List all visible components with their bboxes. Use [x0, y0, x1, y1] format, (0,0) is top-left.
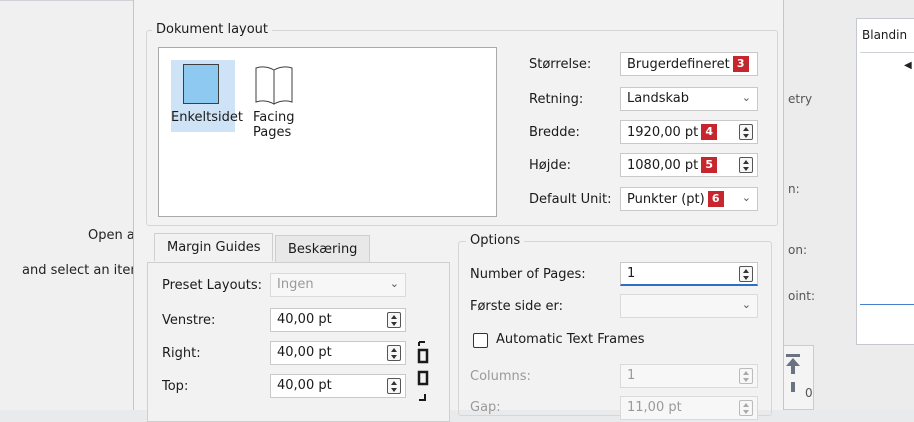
margin-right-label: Right:	[162, 346, 201, 361]
margin-top-label: Top:	[162, 379, 189, 394]
chevron-down-icon: ⌄	[389, 277, 399, 290]
chevron-down-icon: ⌄	[741, 91, 751, 104]
single-page-icon	[183, 64, 219, 104]
layout-tile-single-page-label: Enkeltsidet	[171, 110, 243, 125]
chevron-down-icon: ⌄	[741, 191, 751, 204]
tab-margin-guides[interactable]: Margin Guides	[154, 233, 274, 261]
columns-value: 1	[627, 368, 636, 383]
preset-layouts-select[interactable]: Ingen ⌄	[270, 273, 406, 297]
callout-badge-5: 5	[701, 157, 718, 173]
columns-spinbox[interactable]: 1	[620, 364, 758, 388]
preset-layouts-label: Preset Layouts:	[162, 278, 263, 293]
number-of-pages-stepper[interactable]	[739, 266, 753, 282]
layout-tile-facing-pages[interactable]: Facing Pages	[245, 60, 303, 150]
number-of-pages-spinbox[interactable]: 1	[620, 262, 758, 286]
width-label: Bredde:	[529, 125, 580, 140]
layout-preview-box: Enkeltsidet Facing Pages	[158, 47, 497, 217]
background-property-label-1: n:	[788, 182, 800, 196]
columns-label: Columns:	[470, 369, 531, 384]
columns-stepper[interactable]	[739, 368, 753, 384]
height-spinbox[interactable]: 1080,00 pt 5	[620, 153, 758, 177]
first-page-label: Første side er:	[470, 299, 564, 314]
height-value: 1080,00 pt	[627, 158, 699, 173]
layout-tile-single-page[interactable]: Enkeltsidet	[171, 60, 243, 132]
gap-spinbox[interactable]: 11,00 pt	[620, 396, 758, 420]
margin-left-stepper[interactable]	[387, 312, 401, 328]
orientation-label: Retning:	[529, 92, 584, 107]
size-select-value: Brugerdefineret	[627, 57, 730, 72]
new-document-dialog: Dokument layout Enkeltsidet Facing Pages…	[133, 0, 784, 422]
caret-left-icon: ◀	[904, 60, 912, 71]
size-label: Størrelse:	[529, 57, 592, 72]
orientation-select-value: Landskab	[627, 91, 689, 106]
number-of-pages-value: 1	[627, 266, 636, 281]
background-ruler-value: 0	[805, 386, 813, 400]
chain-link-icon[interactable]	[416, 340, 432, 406]
default-unit-select[interactable]: Punkter (pt) 6 ⌄	[620, 187, 758, 211]
facing-pages-icon	[255, 66, 293, 105]
gap-stepper[interactable]	[739, 400, 753, 416]
size-select[interactable]: Brugerdefineret 3 ⌄	[620, 52, 758, 76]
background-blend-panel-title: Blandin	[862, 28, 908, 42]
margin-right-value: 40,00 pt	[277, 345, 332, 360]
orientation-select[interactable]: Landskab ⌄	[620, 87, 758, 111]
width-value: 1920,00 pt	[627, 125, 699, 140]
margin-top-spinbox[interactable]: 40,00 pt	[270, 374, 406, 398]
margin-right-stepper[interactable]	[387, 345, 401, 361]
background-property-label-3: oint:	[788, 289, 816, 303]
layout-tile-facing-pages-label: Facing Pages	[253, 110, 295, 140]
number-of-pages-label: Number of Pages:	[470, 267, 586, 282]
background-geometry-label: etry	[788, 92, 813, 106]
width-spinbox[interactable]: 1920,00 pt 4	[620, 120, 758, 144]
height-stepper[interactable]	[739, 157, 753, 173]
background-panel-divider	[860, 52, 914, 53]
tab-bleed-label: Beskæring	[288, 242, 358, 257]
chevron-down-icon: ⌄	[741, 56, 751, 69]
margin-right-spinbox[interactable]: 40,00 pt	[270, 341, 406, 365]
background-ruler-widget[interactable]: 0	[780, 345, 814, 410]
chevron-down-icon: ⌄	[741, 298, 751, 311]
default-unit-value: Punkter (pt)	[627, 192, 705, 207]
callout-badge-4: 4	[701, 124, 718, 140]
default-unit-label: Default Unit:	[529, 192, 612, 207]
height-label: Højde:	[529, 158, 571, 173]
callout-badge-6: 6	[707, 191, 724, 207]
automatic-text-frames-label: Automatic Text Frames	[496, 332, 645, 347]
background-property-label-2: on:	[788, 243, 807, 257]
margin-top-value: 40,00 pt	[277, 378, 332, 393]
background-workspace-left	[0, 0, 135, 410]
tab-bleed[interactable]: Beskæring	[275, 235, 371, 263]
background-hint-select: and select an item	[22, 263, 144, 278]
gap-value: 11,00 pt	[627, 400, 682, 415]
margin-left-label: Venstre:	[162, 313, 216, 328]
first-page-select[interactable]: ⌄	[620, 294, 758, 318]
margin-left-spinbox[interactable]: 40,00 pt	[270, 308, 406, 332]
preset-layouts-value: Ingen	[277, 277, 314, 292]
background-panel-selection-line	[860, 304, 914, 305]
background-hint-open: Open a	[88, 228, 135, 243]
tab-margin-guides-label: Margin Guides	[167, 240, 261, 255]
document-layout-legend: Dokument layout	[152, 22, 273, 37]
margin-left-value: 40,00 pt	[277, 312, 332, 327]
margin-top-stepper[interactable]	[387, 378, 401, 394]
width-stepper[interactable]	[739, 124, 753, 140]
gap-label: Gap:	[470, 400, 501, 415]
options-legend: Options	[466, 233, 525, 248]
automatic-text-frames-checkbox[interactable]	[473, 333, 488, 348]
